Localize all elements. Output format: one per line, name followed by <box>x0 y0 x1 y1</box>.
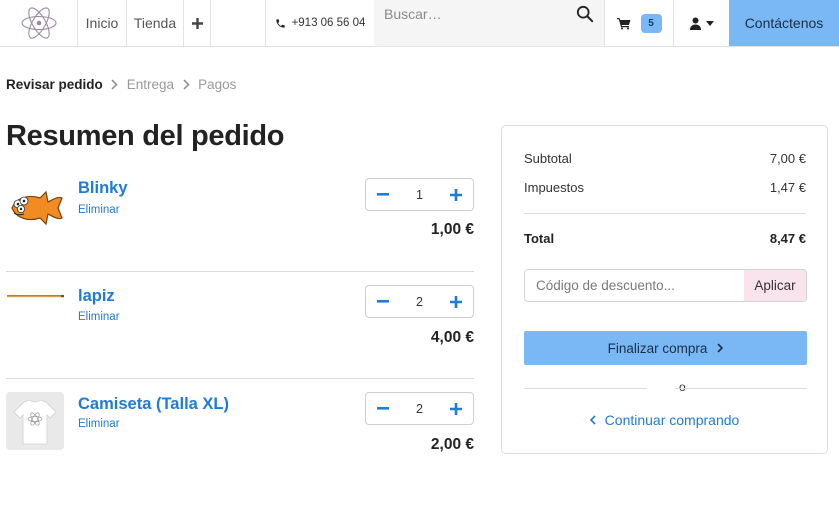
decrease-quantity-button[interactable] <box>374 400 392 418</box>
step-payments[interactable]: Pagos <box>198 77 236 92</box>
user-menu-button[interactable] <box>674 0 729 46</box>
chevron-right-icon <box>103 79 127 90</box>
subtotal-row: Subtotal 7,00 € <box>524 151 806 166</box>
line-price: 4,00 € <box>430 329 474 346</box>
total-row: Total 8,47 € <box>524 231 806 246</box>
subtotal-label: Subtotal <box>524 151 572 166</box>
apply-discount-button[interactable]: Aplicar <box>744 270 806 301</box>
order-totals-panel: Subtotal 7,00 € Impuestos 1,47 € Total 8… <box>501 125 828 454</box>
top-navbar: Inicio Tienda +913 06 56 04 5 Contácteno… <box>0 0 839 47</box>
chevron-left-icon <box>589 415 596 425</box>
discount-code-group: Aplicar <box>524 269 807 302</box>
tax-row: Impuestos 1,47 € <box>524 180 806 195</box>
divider <box>524 213 806 214</box>
nav-spacer <box>211 0 266 46</box>
chevron-right-icon <box>717 343 724 353</box>
chevron-right-icon <box>174 79 198 90</box>
nav-home[interactable]: Inicio <box>78 0 127 46</box>
or-text: o <box>679 380 686 394</box>
minus-icon <box>377 300 389 303</box>
plus-icon <box>191 17 203 29</box>
decrease-quantity-button[interactable] <box>374 186 392 204</box>
search-input[interactable] <box>374 0 604 28</box>
user-icon <box>689 17 701 30</box>
checkout-button[interactable]: Finalizar compra <box>524 331 807 365</box>
divider <box>675 388 807 389</box>
order-item: Camiseta (Talla XL) Eliminar 2,00 € <box>6 378 474 485</box>
tax-value: 1,47 € <box>769 180 806 195</box>
shopping-cart-icon <box>616 17 630 29</box>
increase-quantity-button[interactable] <box>447 293 465 311</box>
atom-logo-icon <box>20 7 57 39</box>
product-name[interactable]: Camiseta (Talla XL) <box>78 395 229 414</box>
quantity-input[interactable] <box>399 294 440 309</box>
step-delivery[interactable]: Entrega <box>127 77 174 92</box>
product-name[interactable]: Blinky <box>78 179 128 198</box>
quantity-input[interactable] <box>399 401 440 416</box>
remove-item-link[interactable]: Eliminar <box>78 418 120 430</box>
product-thumbnail[interactable] <box>6 392 64 450</box>
checkout-steps-breadcrumb: Revisar pedido Entrega Pagos <box>6 77 236 92</box>
checkout-label: Finalizar compra <box>607 340 708 356</box>
step-review-order[interactable]: Revisar pedido <box>6 77 103 92</box>
contact-button[interactable]: Contáctenos <box>729 0 839 46</box>
total-value: 8,47 € <box>769 231 806 246</box>
quantity-stepper <box>365 285 474 318</box>
divider <box>524 388 647 389</box>
line-price: 2,00 € <box>430 436 474 453</box>
phone-icon <box>275 18 285 28</box>
product-thumbnail[interactable] <box>6 178 64 236</box>
phone-contact[interactable]: +913 06 56 04 <box>266 0 374 46</box>
minus-icon <box>377 407 389 410</box>
remove-item-link[interactable]: Eliminar <box>78 311 120 323</box>
discount-code-input[interactable] <box>525 270 744 301</box>
cart-button[interactable]: 5 <box>604 0 674 46</box>
line-price: 1,00 € <box>430 221 474 238</box>
product-thumbnail[interactable] <box>6 272 64 330</box>
search-box <box>374 0 604 46</box>
continue-shopping-link[interactable]: Continuar comprando <box>502 412 827 428</box>
search-icon[interactable] <box>576 5 594 23</box>
logo[interactable] <box>0 0 78 46</box>
product-name[interactable]: lapiz <box>78 287 115 306</box>
quantity-stepper <box>365 392 474 425</box>
phone-number: +913 06 56 04 <box>291 17 366 29</box>
quantity-input[interactable] <box>399 187 440 202</box>
continue-shopping-label: Continuar comprando <box>604 412 740 428</box>
caret-down-icon <box>705 20 714 26</box>
three-eyed-fish-icon <box>11 190 63 226</box>
tax-label: Impuestos <box>524 180 584 195</box>
order-item: Blinky Eliminar 1,00 € <box>6 164 474 271</box>
nav-shop[interactable]: Tienda <box>127 0 184 46</box>
pencil-icon <box>7 295 64 298</box>
decrease-quantity-button[interactable] <box>374 293 392 311</box>
plus-icon <box>450 188 462 201</box>
page-title: Resumen del pedido <box>6 120 285 152</box>
increase-quantity-button[interactable] <box>447 186 465 204</box>
plus-icon <box>450 295 462 308</box>
total-label: Total <box>524 231 555 246</box>
or-separator: o <box>524 380 807 394</box>
quantity-stepper <box>365 178 474 211</box>
increase-quantity-button[interactable] <box>447 400 465 418</box>
plus-icon <box>450 402 462 415</box>
minus-icon <box>377 193 389 196</box>
remove-item-link[interactable]: Eliminar <box>78 204 120 216</box>
subtotal-value: 7,00 € <box>769 151 806 166</box>
nav-more-button[interactable] <box>184 0 211 46</box>
cart-count-badge: 5 <box>640 13 662 33</box>
t-shirt-icon <box>6 392 64 450</box>
order-item: lapiz Eliminar 4,00 € <box>6 271 474 378</box>
